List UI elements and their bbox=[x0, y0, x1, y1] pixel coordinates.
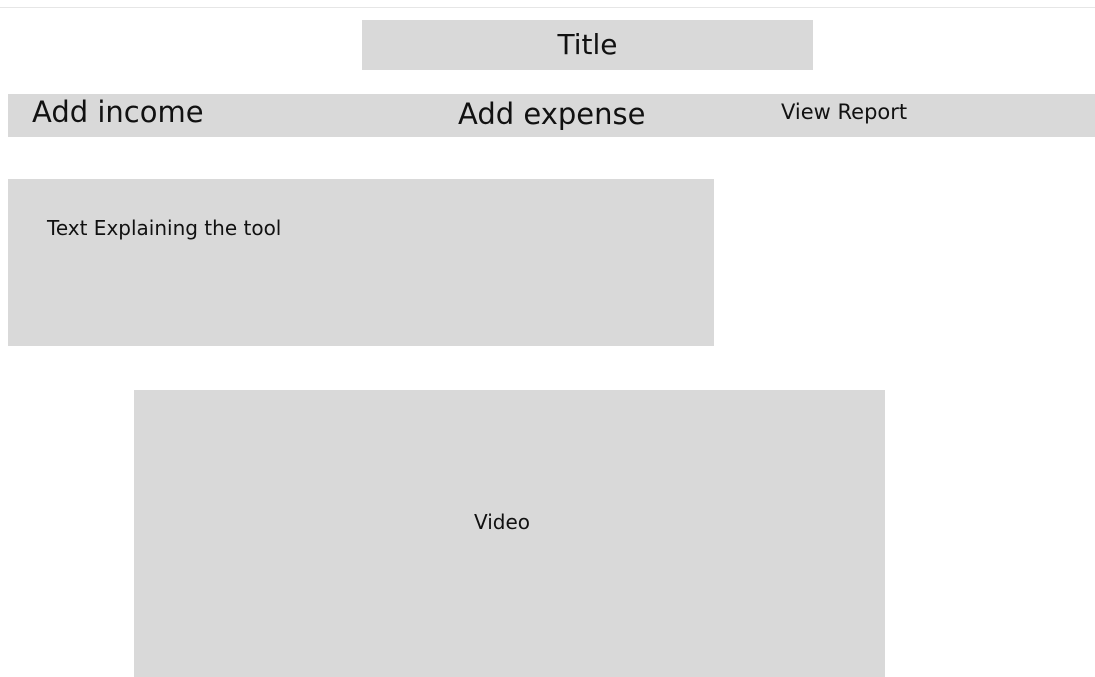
explanation-panel: Text Explaining the tool bbox=[8, 179, 714, 346]
title-banner: Title bbox=[362, 20, 813, 70]
video-player[interactable]: Video bbox=[134, 390, 885, 677]
add-expense-link[interactable]: Add expense bbox=[458, 100, 645, 129]
video-label: Video bbox=[474, 510, 531, 534]
explanation-text: Text Explaining the tool bbox=[47, 216, 282, 240]
nav-bar: Add income Add expense View Report bbox=[8, 94, 1095, 137]
add-income-link[interactable]: Add income bbox=[32, 98, 204, 127]
page-title: Title bbox=[557, 28, 618, 61]
top-divider bbox=[0, 7, 1095, 8]
view-report-link[interactable]: View Report bbox=[781, 102, 907, 123]
